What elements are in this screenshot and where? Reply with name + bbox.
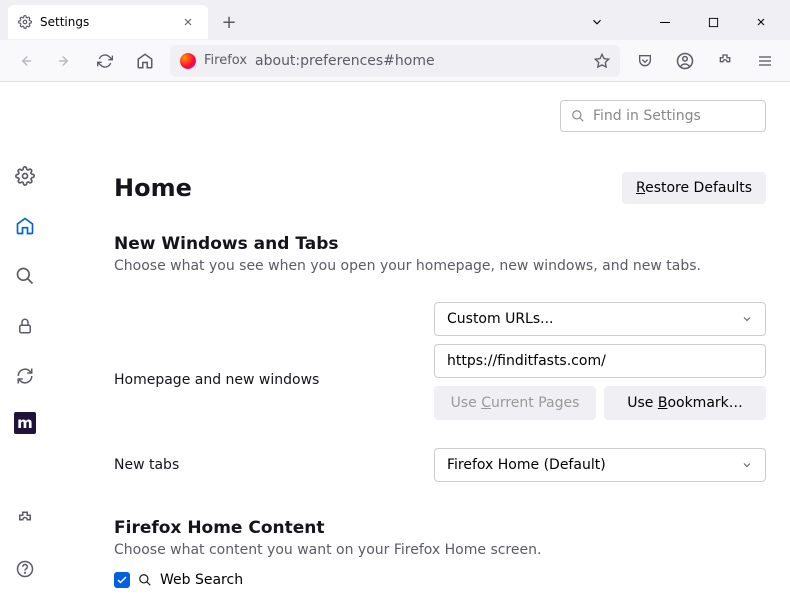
sidebar-item-more-from-mozilla[interactable]: m [14,412,36,434]
toolbar: Firefox about:preferences#home [0,40,790,82]
section-home-content-desc: Choose what content you want on your Fir… [114,542,766,558]
search-icon [571,109,585,123]
extensions-icon[interactable] [710,46,740,76]
web-search-checkbox[interactable] [114,572,130,588]
page-title: Home [114,174,192,202]
content-wrap: m Find in Settings Home Restore Defaults… [0,82,790,613]
restore-defaults-button[interactable]: Restore Defaults [622,172,766,204]
url-text: about:preferences#home [255,53,435,69]
minimize-button[interactable] [644,6,686,38]
browser-tab-settings[interactable]: Settings [8,5,208,39]
section-home-content-title: Firefox Home Content [114,518,766,538]
gear-icon [18,15,32,29]
close-window-button[interactable] [740,6,782,38]
section-new-windows-desc: Choose what you see when you open your h… [114,258,766,274]
menu-icon[interactable] [750,46,780,76]
homepage-url-input[interactable] [434,344,766,378]
new-tab-button[interactable]: + [214,7,244,37]
bookmark-star-icon[interactable] [594,53,610,69]
select-value: Custom URLs... [447,311,554,327]
sidebar-item-privacy[interactable] [11,312,39,340]
search-settings-input[interactable]: Find in Settings [560,100,766,132]
sidebar-item-home[interactable] [11,212,39,240]
sidebar-item-general[interactable] [11,162,39,190]
forward-button[interactable] [50,46,80,76]
sidebar-item-extensions[interactable] [11,505,39,533]
select-value: Firefox Home (Default) [447,457,606,473]
chevron-down-icon [741,459,753,471]
use-current-pages-button[interactable]: Use Current Pages [434,386,596,420]
homepage-label: Homepage and new windows [114,334,434,388]
tab-title: Settings [40,15,89,29]
sidebar-item-help[interactable] [11,555,39,583]
maximize-button[interactable] [692,6,734,38]
use-bookmark-button[interactable]: Use Bookmark… [604,386,766,420]
sidebar: m [0,82,50,613]
back-button[interactable] [10,46,40,76]
firefox-logo-icon [180,53,196,69]
newtabs-select[interactable]: Firefox Home (Default) [434,448,766,482]
chevron-down-icon [741,313,753,325]
close-icon[interactable] [178,12,198,32]
main-panel: Find in Settings Home Restore Defaults N… [50,82,790,613]
web-search-label: Web Search [160,572,243,588]
home-button[interactable] [130,46,160,76]
url-bar[interactable]: Firefox about:preferences#home [170,45,620,77]
section-new-windows-title: New Windows and Tabs [114,234,766,254]
pocket-icon[interactable] [630,46,660,76]
search-placeholder: Find in Settings [593,108,701,124]
reload-button[interactable] [90,46,120,76]
sidebar-item-sync[interactable] [11,362,39,390]
tab-bar: Settings + [0,0,790,40]
tabs-dropdown-button[interactable] [576,6,618,38]
account-icon[interactable] [670,46,700,76]
homepage-mode-select[interactable]: Custom URLs... [434,302,766,336]
url-label: Firefox [204,53,247,68]
newtabs-label: New tabs [114,457,434,473]
search-icon [138,573,152,587]
sidebar-item-search[interactable] [11,262,39,290]
